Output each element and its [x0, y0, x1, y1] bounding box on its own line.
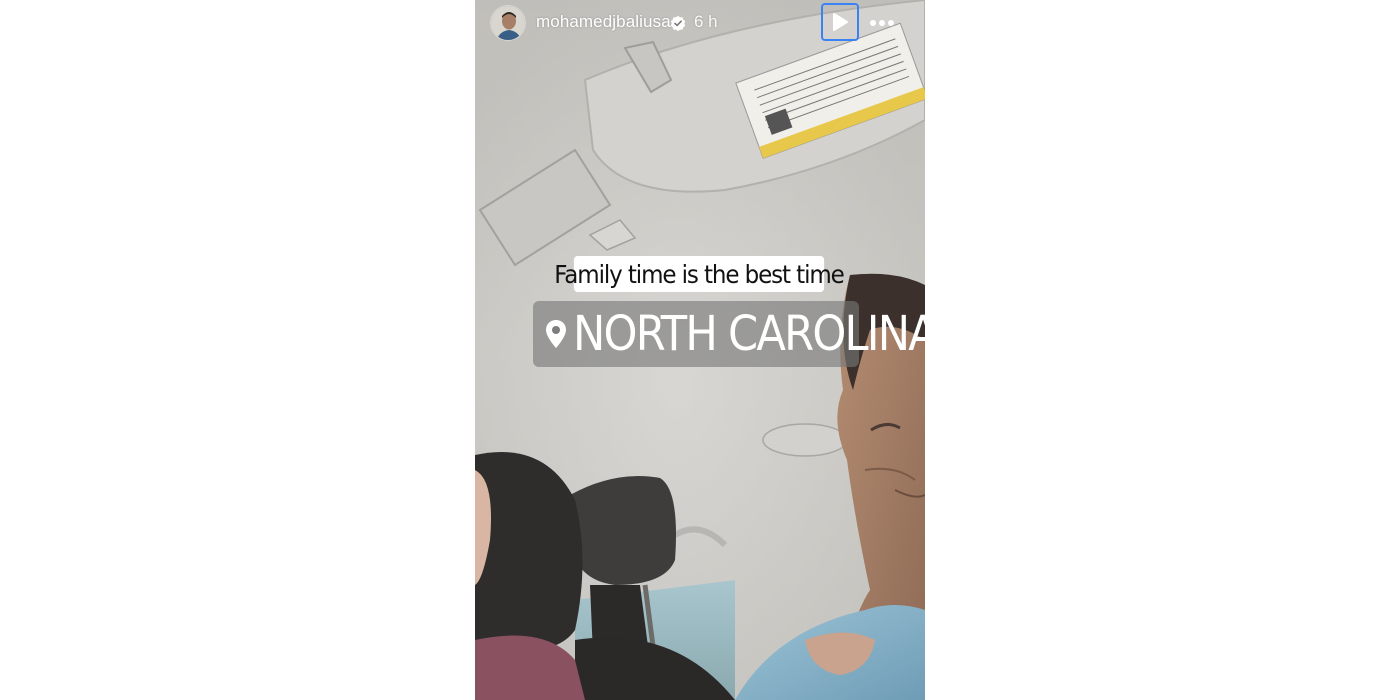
- username[interactable]: mohamedjbaliusa: [536, 12, 671, 32]
- location-label: NORTH CAROLINA: [573, 306, 925, 362]
- more-options-button[interactable]: [868, 10, 896, 36]
- post-time: 6 h: [694, 12, 718, 31]
- avatar-image: [491, 6, 525, 40]
- page: mohamedjbaliusa 6 h Family time is the b…: [0, 0, 1400, 700]
- avatar[interactable]: [490, 5, 526, 41]
- location-sticker[interactable]: NORTH CAROLINA: [533, 301, 925, 367]
- caption-sticker: Family time is the best time: [554, 256, 845, 292]
- story-viewer[interactable]: mohamedjbaliusa 6 h Family time is the b…: [475, 0, 925, 700]
- play-icon: [833, 13, 848, 31]
- more-options-icon: [870, 20, 894, 26]
- verified-badge-icon: [670, 15, 686, 31]
- story-header: mohamedjbaliusa 6 h: [475, 0, 925, 48]
- play-button[interactable]: [821, 3, 859, 41]
- map-pin-icon: [546, 320, 566, 348]
